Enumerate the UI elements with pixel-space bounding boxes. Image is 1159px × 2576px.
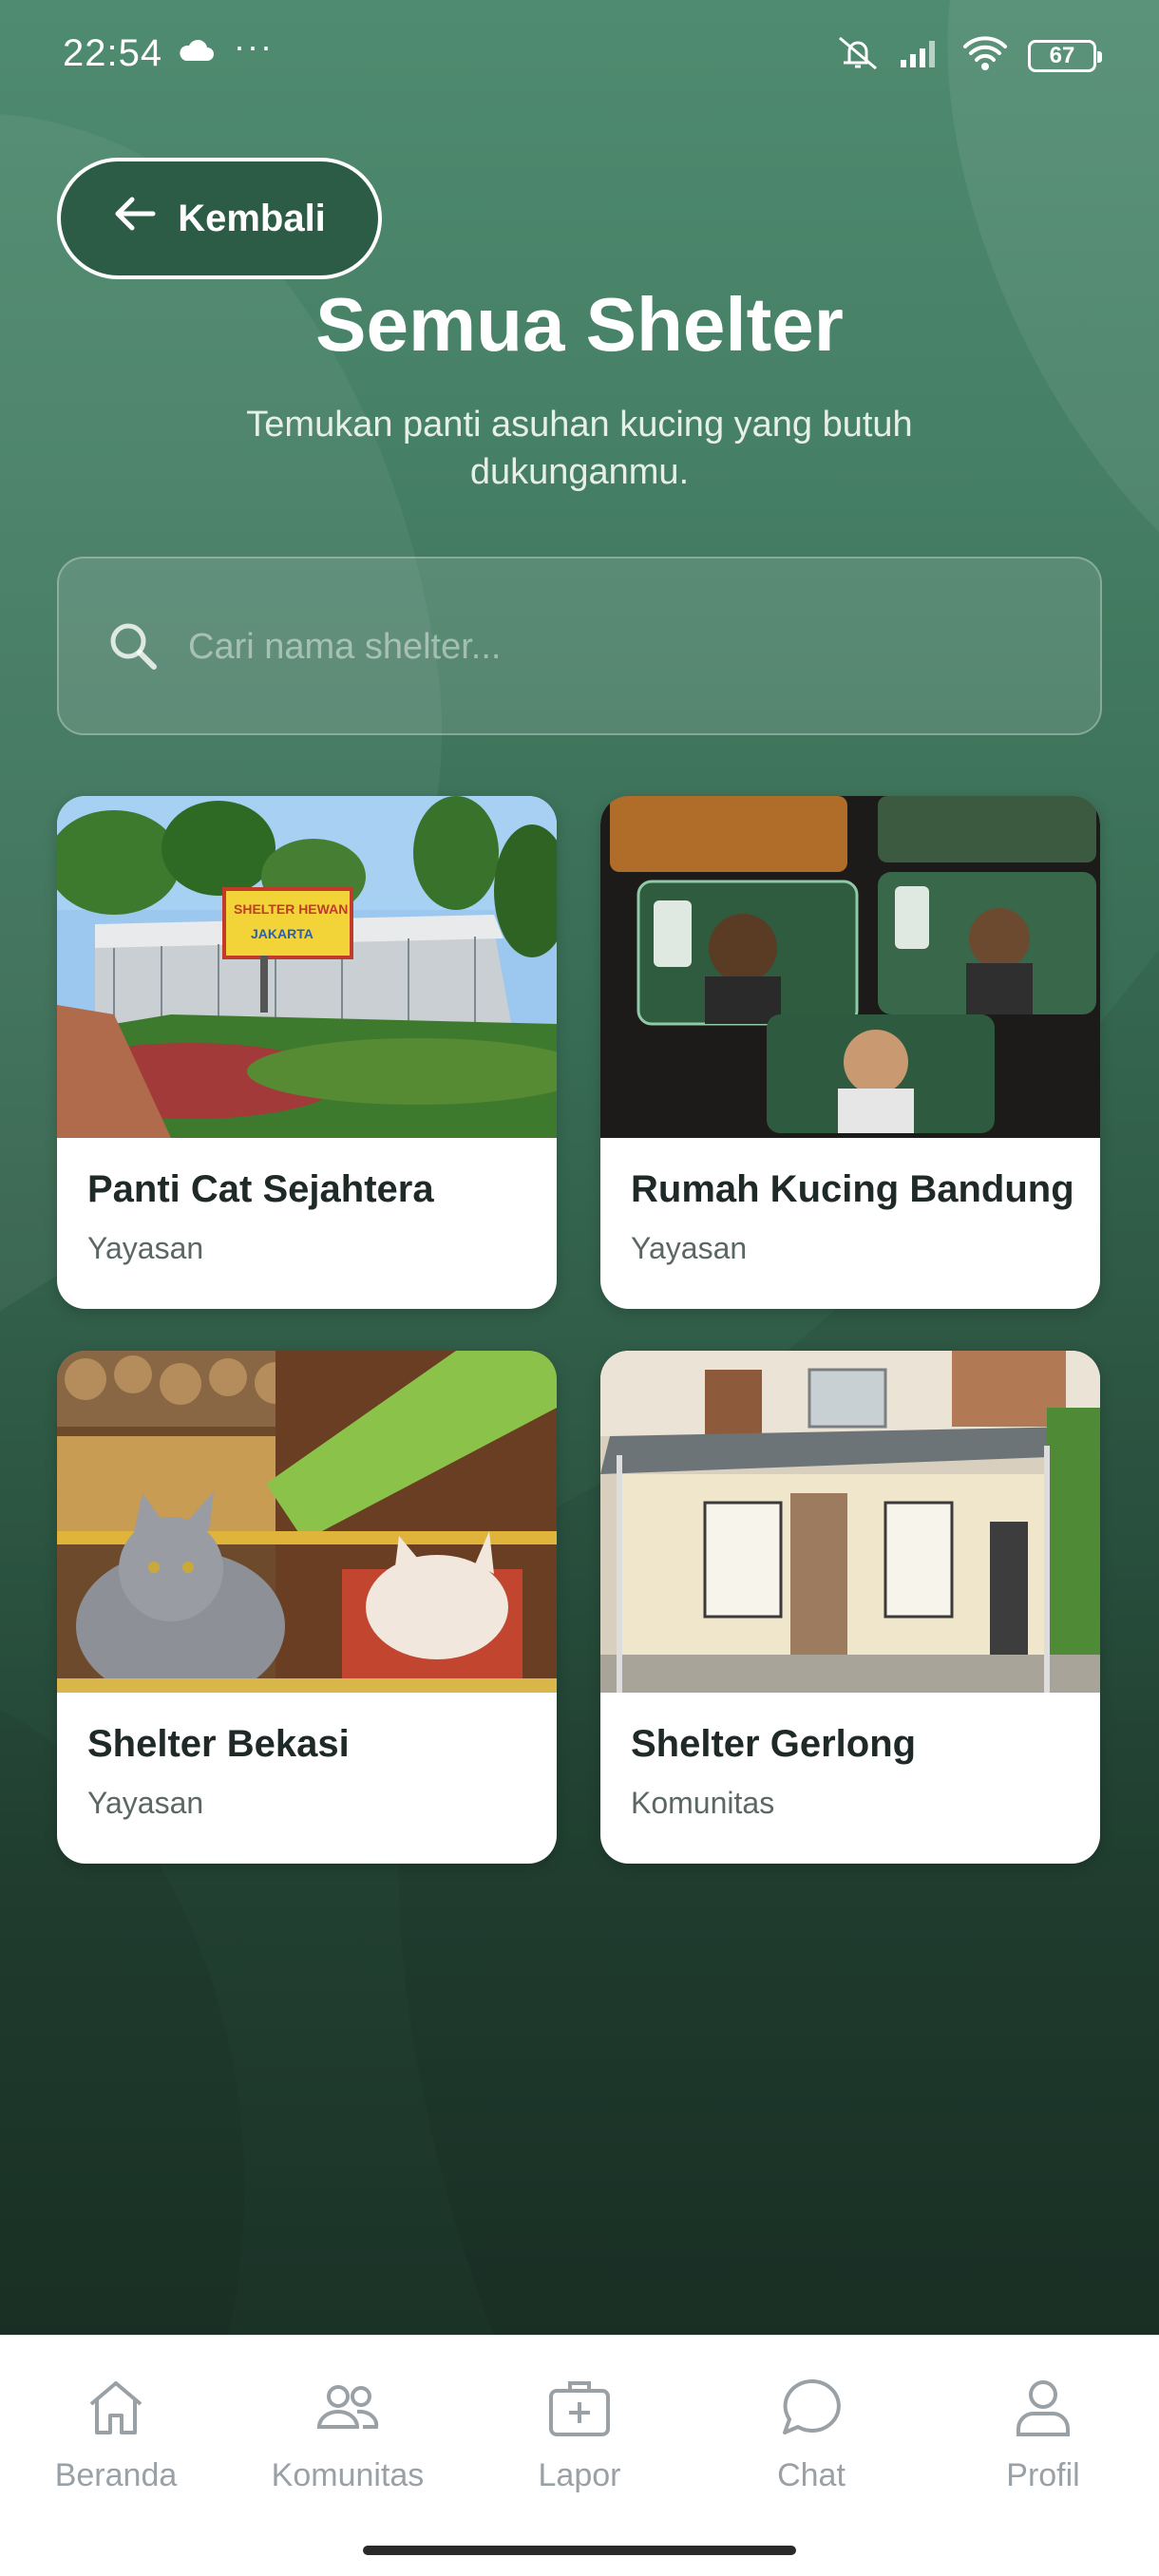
back-button[interactable]: Kembali: [57, 158, 382, 279]
battery-indicator: 67: [1028, 39, 1102, 72]
shelter-photo: [600, 796, 1100, 1138]
nav-label: Beranda: [54, 2457, 178, 2493]
status-time: 22:54: [63, 32, 163, 74]
nav-label: Profil: [1006, 2457, 1080, 2493]
signal-icon: [899, 37, 942, 74]
shelter-type: Yayasan: [87, 1786, 204, 1820]
shelter-photo: SHELTER HEWAN JAKARTA: [57, 796, 557, 1138]
nav-item-beranda[interactable]: Beranda: [0, 2374, 232, 2494]
status-more-dots: ···: [234, 27, 274, 66]
profile-icon: [1016, 2380, 1070, 2436]
sign-text: SHELTER HEWAN: [234, 901, 348, 917]
home-indicator[interactable]: [363, 2546, 796, 2555]
shelter-card[interactable]: Shelter Gerlong Komunitas: [600, 1351, 1100, 1864]
nav-item-lapor[interactable]: Lapor: [464, 2374, 695, 2494]
shelter-type: Komunitas: [631, 1786, 775, 1820]
cloud-icon: [177, 38, 215, 67]
nav-label: Chat: [777, 2457, 846, 2493]
mute-icon: [836, 34, 880, 77]
people-icon: [316, 2385, 379, 2429]
page-title: Semua Shelter: [315, 282, 844, 367]
search-input[interactable]: [188, 612, 1043, 682]
search-icon: [104, 617, 162, 679]
nav-item-profil[interactable]: Profil: [927, 2374, 1159, 2494]
shelter-card[interactable]: SHELTER HEWAN JAKARTA Panti Cat Sejahter…: [57, 796, 557, 1309]
shelter-name: Rumah Kucing Bandung: [631, 1168, 1074, 1210]
shelter-name: Shelter Gerlong: [631, 1723, 917, 1765]
shelter-photo: [57, 1351, 557, 1693]
report-icon: [549, 2381, 610, 2436]
wifi-icon: [961, 35, 1009, 76]
shelter-card[interactable]: Rumah Kucing Bandung Yayasan: [600, 796, 1100, 1309]
shelter-name: Panti Cat Sejahtera: [87, 1168, 434, 1210]
home-icon: [89, 2381, 142, 2434]
shelter-card[interactable]: Shelter Bekasi Yayasan: [57, 1351, 557, 1864]
shelter-photo: [600, 1351, 1100, 1693]
page-subtitle: Temukan panti asuhan kucing yang butuh d…: [246, 405, 913, 492]
nav-item-chat[interactable]: Chat: [695, 2374, 927, 2494]
nav-item-komunitas[interactable]: Komunitas: [232, 2374, 464, 2494]
nav-label: Komunitas: [271, 2457, 425, 2493]
search-bar[interactable]: [57, 557, 1102, 735]
sign-text: JAKARTA: [251, 926, 314, 941]
back-button-label: Kembali: [178, 197, 326, 239]
chat-icon: [783, 2378, 841, 2434]
shelter-name: Shelter Bekasi: [87, 1723, 350, 1765]
shelter-type: Yayasan: [87, 1231, 204, 1265]
shelter-type: Yayasan: [631, 1231, 748, 1265]
arrow-left-icon: [113, 195, 157, 242]
status-bar: 22:54 ··· 67: [0, 0, 1159, 104]
bottom-navigation: Beranda Komunitas Lapor Chat Profil: [0, 2335, 1159, 2576]
nav-label: Lapor: [538, 2457, 621, 2493]
